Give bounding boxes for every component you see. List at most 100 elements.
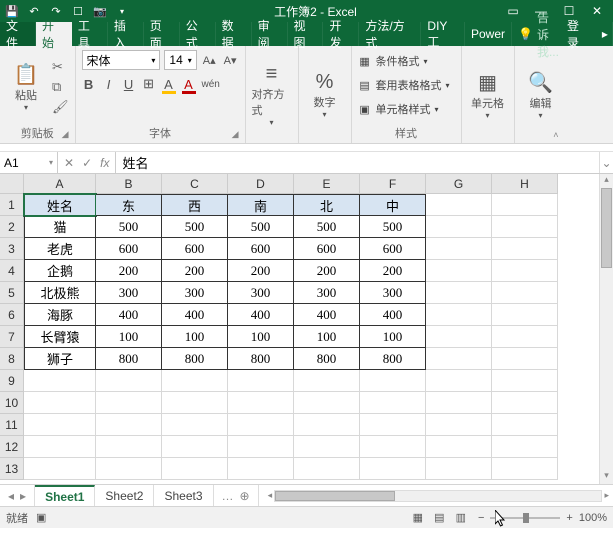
login-button[interactable]: 登录 [559, 22, 598, 46]
next-sheet-icon[interactable]: ▸ [20, 489, 26, 503]
cell-G1[interactable] [426, 194, 492, 216]
cell-E2[interactable]: 500 [294, 216, 360, 238]
cell-C2[interactable]: 500 [162, 216, 228, 238]
fill-color-button[interactable]: A [162, 77, 176, 92]
cell-E10[interactable] [294, 392, 360, 414]
tab-view[interactable]: 视图 [288, 22, 324, 46]
cell-C13[interactable] [162, 458, 228, 480]
cell-D4[interactable]: 200 [228, 260, 294, 282]
border-button[interactable]: ⊞ [142, 76, 156, 92]
tab-data[interactable]: 数据 [216, 22, 252, 46]
cell-F10[interactable] [360, 392, 426, 414]
cell-D13[interactable] [228, 458, 294, 480]
tab-diy[interactable]: DIY工 [421, 22, 465, 46]
cell-H4[interactable] [492, 260, 558, 282]
cell-E5[interactable]: 300 [294, 282, 360, 304]
tab-power[interactable]: Power [465, 22, 512, 46]
cell-styles-button[interactable]: ▣单元格样式▾ [358, 98, 450, 120]
cell-A2[interactable]: 猫 [24, 216, 96, 238]
underline-button[interactable]: U [122, 77, 136, 92]
col-header-E[interactable]: E [294, 174, 360, 194]
select-all-corner[interactable] [0, 174, 24, 194]
cell-A1[interactable]: 姓名 [24, 194, 96, 216]
cell-B7[interactable]: 100 [96, 326, 162, 348]
col-header-A[interactable]: A [24, 174, 96, 194]
font-name-combo[interactable]: 宋体▾ [82, 50, 161, 70]
cell-G4[interactable] [426, 260, 492, 282]
cell-C5[interactable]: 300 [162, 282, 228, 304]
cell-F11[interactable] [360, 414, 426, 436]
cell-D1[interactable]: 南 [228, 194, 294, 216]
cell-G5[interactable] [426, 282, 492, 304]
cell-C9[interactable] [162, 370, 228, 392]
cell-E11[interactable] [294, 414, 360, 436]
tab-formulas[interactable]: 公式 [180, 22, 216, 46]
cell-F3[interactable]: 600 [360, 238, 426, 260]
col-header-F[interactable]: F [360, 174, 426, 194]
cancel-formula-icon[interactable]: ✕ [64, 156, 74, 170]
alignment-button[interactable]: ≡对齐方式▾ [252, 50, 292, 139]
cell-D7[interactable]: 100 [228, 326, 294, 348]
bold-button[interactable]: B [82, 77, 96, 92]
page-layout-view-icon[interactable]: ▤ [430, 512, 448, 524]
conditional-formatting-button[interactable]: ▦条件格式▾ [358, 50, 450, 72]
cell-G8[interactable] [426, 348, 492, 370]
row-header-11[interactable]: 11 [0, 414, 24, 436]
cell-D6[interactable]: 400 [228, 304, 294, 326]
cell-H12[interactable] [492, 436, 558, 458]
cell-D9[interactable] [228, 370, 294, 392]
cell-B8[interactable]: 800 [96, 348, 162, 370]
cell-A3[interactable]: 老虎 [24, 238, 96, 260]
font-size-combo[interactable]: 14▾ [164, 50, 196, 70]
ribbon-options-icon[interactable]: ▭ [501, 4, 525, 18]
spreadsheet-grid[interactable]: ABCDEFGH 12345678910111213 姓名东西南北中猫50050… [0, 174, 613, 484]
zoom-out-icon[interactable]: − [478, 512, 484, 524]
cell-D12[interactable] [228, 436, 294, 458]
cell-A6[interactable]: 海豚 [24, 304, 96, 326]
cell-G13[interactable] [426, 458, 492, 480]
cell-F8[interactable]: 800 [360, 348, 426, 370]
cell-B9[interactable] [96, 370, 162, 392]
cell-G3[interactable] [426, 238, 492, 260]
tab-insert[interactable]: 插入 [108, 22, 144, 46]
row-header-9[interactable]: 9 [0, 370, 24, 392]
cell-G6[interactable] [426, 304, 492, 326]
cell-F4[interactable]: 200 [360, 260, 426, 282]
more-sheets-icon[interactable]: … [222, 489, 234, 503]
cell-E8[interactable]: 800 [294, 348, 360, 370]
cell-A11[interactable] [24, 414, 96, 436]
cell-A8[interactable]: 狮子 [24, 348, 96, 370]
scroll-thumb[interactable] [275, 491, 395, 501]
cell-C3[interactable]: 600 [162, 238, 228, 260]
row-header-12[interactable]: 12 [0, 436, 24, 458]
cell-A4[interactable]: 企鹅 [24, 260, 96, 282]
cell-C10[interactable] [162, 392, 228, 414]
cell-B10[interactable] [96, 392, 162, 414]
collapse-ribbon-icon[interactable]: ˄ [553, 130, 558, 140]
row-header-7[interactable]: 7 [0, 326, 24, 348]
col-header-D[interactable]: D [228, 174, 294, 194]
vertical-scrollbar[interactable]: ▴ ▾ [599, 174, 613, 484]
fx-icon[interactable]: fx [100, 156, 109, 170]
row-headers[interactable]: 12345678910111213 [0, 194, 24, 484]
row-header-3[interactable]: 3 [0, 238, 24, 260]
cell-E4[interactable]: 200 [294, 260, 360, 282]
format-as-table-button[interactable]: ▤套用表格格式▾ [358, 74, 450, 96]
cell-B1[interactable]: 东 [96, 194, 162, 216]
row-header-2[interactable]: 2 [0, 216, 24, 238]
cell-H6[interactable] [492, 304, 558, 326]
cell-F7[interactable]: 100 [360, 326, 426, 348]
scroll-left-icon[interactable]: ◂ [268, 490, 273, 501]
cell-E6[interactable]: 400 [294, 304, 360, 326]
cell-F2[interactable]: 500 [360, 216, 426, 238]
prev-sheet-icon[interactable]: ◂ [8, 489, 14, 503]
scroll-up-icon[interactable]: ▴ [600, 174, 613, 188]
name-box[interactable]: A1▾ [0, 152, 58, 173]
number-format-button[interactable]: %数字▾ [305, 50, 345, 139]
cell-H5[interactable] [492, 282, 558, 304]
cell-C11[interactable] [162, 414, 228, 436]
tab-layout[interactable]: 页面 [144, 22, 180, 46]
page-break-view-icon[interactable]: ▥ [452, 512, 470, 524]
sheet-tab-2[interactable]: Sheet2 [95, 485, 154, 506]
cell-A13[interactable] [24, 458, 96, 480]
